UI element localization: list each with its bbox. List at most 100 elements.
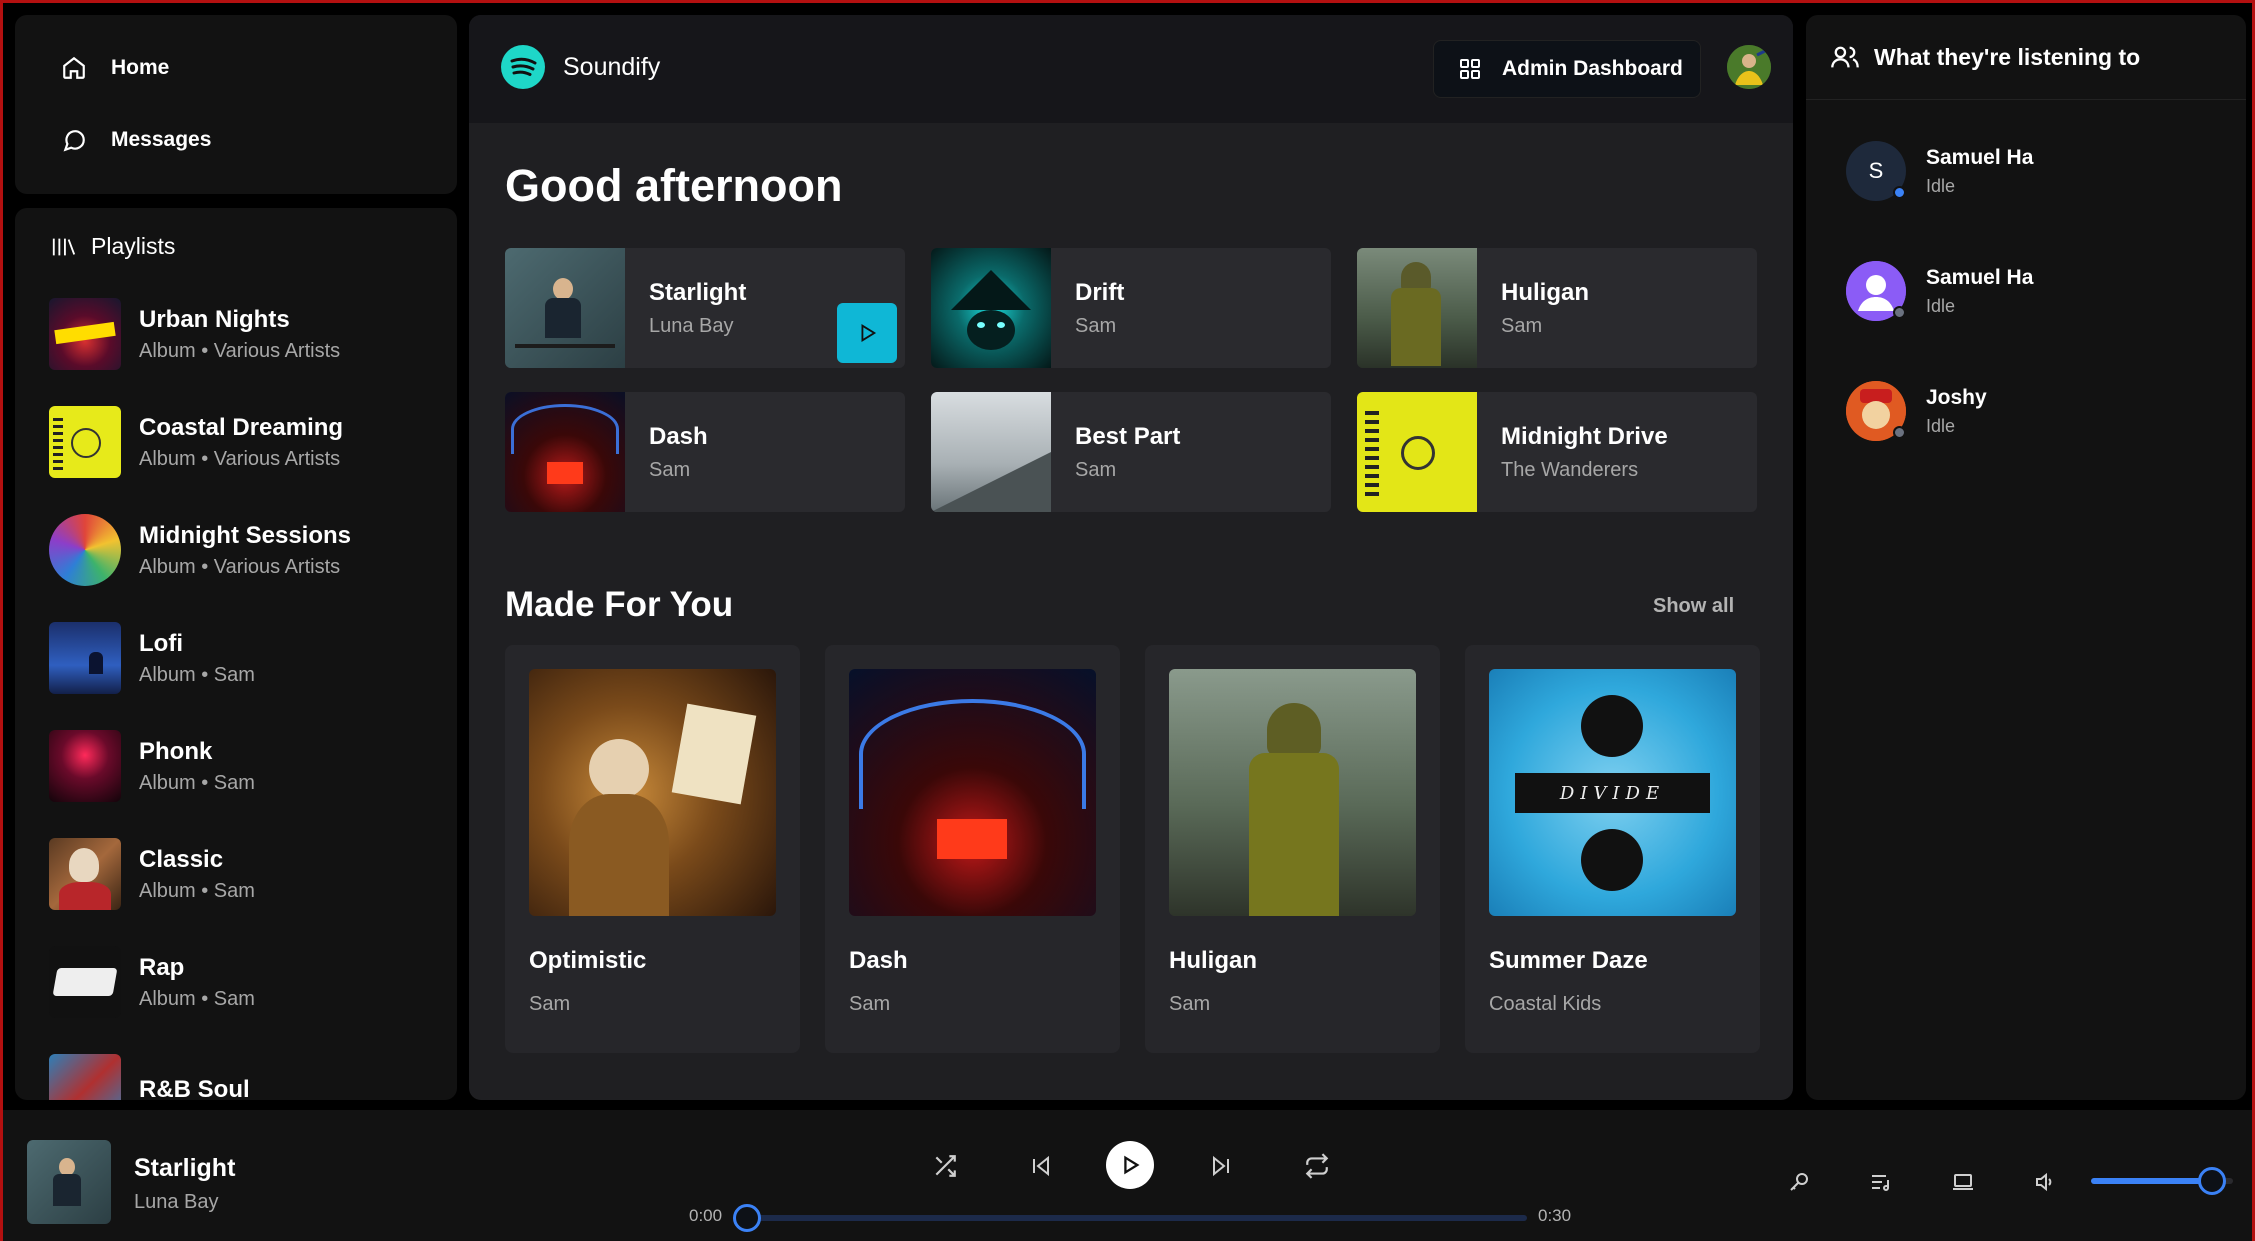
friend-avatar: S: [1846, 141, 1906, 201]
quick-pick-title: Dash: [649, 422, 708, 450]
quick-pick-cover: [505, 248, 625, 368]
admin-dashboard-button[interactable]: Admin Dashboard: [1433, 40, 1701, 98]
quick-pick-artist: Sam: [1075, 458, 1117, 481]
progress-knob[interactable]: [733, 1204, 761, 1232]
nav-home-label: Home: [111, 56, 170, 79]
card-title: Summer Daze: [1489, 947, 1648, 974]
playlist-cover: [49, 946, 121, 1018]
nav-panel: Home Messages: [15, 15, 457, 194]
playlist-item[interactable]: Rap Album • Sam: [49, 946, 439, 1018]
top-bar: Soundify Admin Dashboard: [469, 15, 1793, 123]
playlist-cover: [49, 514, 121, 586]
now-playing-artist[interactable]: Luna Bay: [134, 1191, 219, 1214]
playlist-title: Midnight Sessions: [139, 521, 352, 549]
quick-pick-artist: Luna Bay: [649, 314, 734, 337]
quick-pick-card[interactable]: Dash Sam: [505, 392, 905, 512]
playlist-cover: [49, 622, 121, 694]
card-title: Huligan: [1169, 947, 1257, 974]
quick-pick-artist: Sam: [649, 458, 691, 481]
playlist-item[interactable]: Coastal Dreaming Album • Various Artists: [49, 406, 439, 478]
playlist-title: Urban Nights: [139, 305, 290, 333]
lyrics-button[interactable]: [1783, 1166, 1815, 1198]
friends-title: What they're listening to: [1874, 43, 2141, 70]
playlist-item[interactable]: Lofi Album • Sam: [49, 622, 439, 694]
playlist-title: Classic: [139, 845, 224, 873]
duration: 0:30: [1538, 1206, 1572, 1225]
shuffle-icon: [932, 1153, 958, 1179]
app-name: Soundify: [563, 52, 661, 81]
shuffle-button[interactable]: [925, 1146, 965, 1186]
chat-bubble-icon: [61, 127, 87, 153]
made-for-you-card[interactable]: DIVIDE Summer Daze Coastal Kids: [1465, 645, 1760, 1053]
playlist-item[interactable]: Phonk Album • Sam: [49, 730, 439, 802]
friend-item[interactable]: S Samuel Ha Idle: [1846, 141, 2033, 201]
mute-button[interactable]: [2029, 1166, 2061, 1198]
playlist-item[interactable]: Midnight Sessions Album • Various Artists: [49, 514, 439, 586]
quick-pick-card[interactable]: Best Part Sam: [931, 392, 1331, 512]
quick-pick-cover: [505, 392, 625, 512]
playlist-item[interactable]: R&B Soul: [49, 1054, 439, 1100]
card-title: Dash: [849, 947, 908, 974]
quick-pick-card[interactable]: Huligan Sam: [1357, 248, 1757, 368]
playlist-item[interactable]: Urban Nights Album • Various Artists: [49, 298, 439, 370]
progress-bar[interactable]: [747, 1215, 1527, 1221]
quick-pick-cover: [1357, 392, 1477, 512]
quick-play-button[interactable]: [837, 303, 897, 363]
current-time: 0:00: [689, 1206, 723, 1225]
volume-knob[interactable]: [2197, 1167, 2226, 1195]
app-logo[interactable]: Soundify: [501, 45, 660, 89]
nav-messages[interactable]: Messages: [61, 127, 211, 153]
friends-panel: What they're listening to S Samuel Ha Idl…: [1806, 15, 2246, 1100]
quick-pick-artist: Sam: [1501, 314, 1543, 337]
quick-pick-card[interactable]: Midnight Drive The Wanderers: [1357, 392, 1757, 512]
library-header[interactable]: Playlists: [51, 233, 175, 260]
playlist-cover: [49, 730, 121, 802]
queue-icon: [1869, 1170, 1893, 1194]
card-artist: Sam: [529, 993, 571, 1015]
device-button[interactable]: [1947, 1166, 1979, 1198]
playlist-subtitle: Album • Sam: [139, 663, 255, 686]
friends-header: What they're listening to: [1806, 15, 2246, 100]
play-icon: [856, 322, 878, 344]
friend-status: Idle: [1926, 175, 1956, 196]
play-pause-button[interactable]: [1106, 1141, 1154, 1189]
show-all-link[interactable]: Show all: [1653, 595, 1734, 618]
playlist-subtitle: Album • Various Artists: [139, 447, 341, 470]
skip-back-icon: [1029, 1154, 1053, 1178]
home-icon: [61, 55, 87, 81]
now-playing-title[interactable]: Starlight: [134, 1154, 235, 1183]
made-for-you-heading: Made For You: [505, 585, 734, 624]
user-avatar[interactable]: [1727, 45, 1771, 89]
friend-item[interactable]: Joshy Idle: [1846, 381, 1987, 441]
card-cover: [1169, 669, 1416, 916]
playlist-subtitle: Album • Various Artists: [139, 339, 341, 362]
quick-pick-card[interactable]: Starlight Luna Bay: [505, 248, 905, 368]
quick-pick-card[interactable]: Drift Sam: [931, 248, 1331, 368]
playlist-subtitle: Album • Various Artists: [139, 555, 341, 578]
queue-button[interactable]: [1865, 1166, 1897, 1198]
playlist-title: R&B Soul: [139, 1076, 250, 1100]
playlist-title: Coastal Dreaming: [139, 413, 344, 441]
previous-button[interactable]: [1021, 1146, 1061, 1186]
friend-name: Samuel Ha: [1926, 145, 2034, 169]
quick-pick-artist: The Wanderers: [1501, 458, 1639, 481]
playlist-cover: [49, 838, 121, 910]
playlist-title: Rap: [139, 953, 185, 981]
status-dot: [1893, 426, 1906, 439]
nav-home[interactable]: Home: [61, 55, 169, 81]
made-for-you-card[interactable]: Optimistic Sam: [505, 645, 800, 1053]
quick-pick-title: Best Part: [1075, 422, 1181, 450]
play-icon: [1119, 1154, 1141, 1176]
made-for-you-card[interactable]: Huligan Sam: [1145, 645, 1440, 1053]
card-cover: [529, 669, 776, 916]
next-button[interactable]: [1201, 1146, 1241, 1186]
playlist-subtitle: Album • Sam: [139, 771, 255, 794]
quick-pick-title: Starlight: [649, 278, 747, 306]
friend-status: Idle: [1926, 295, 1956, 316]
playlist-item[interactable]: Classic Album • Sam: [49, 838, 439, 910]
friend-item[interactable]: Samuel Ha Idle: [1846, 261, 2033, 321]
grid-icon: [1458, 57, 1482, 81]
soundify-logo-icon: [501, 45, 545, 89]
repeat-button[interactable]: [1297, 1146, 1337, 1186]
made-for-you-card[interactable]: Dash Sam: [825, 645, 1120, 1053]
